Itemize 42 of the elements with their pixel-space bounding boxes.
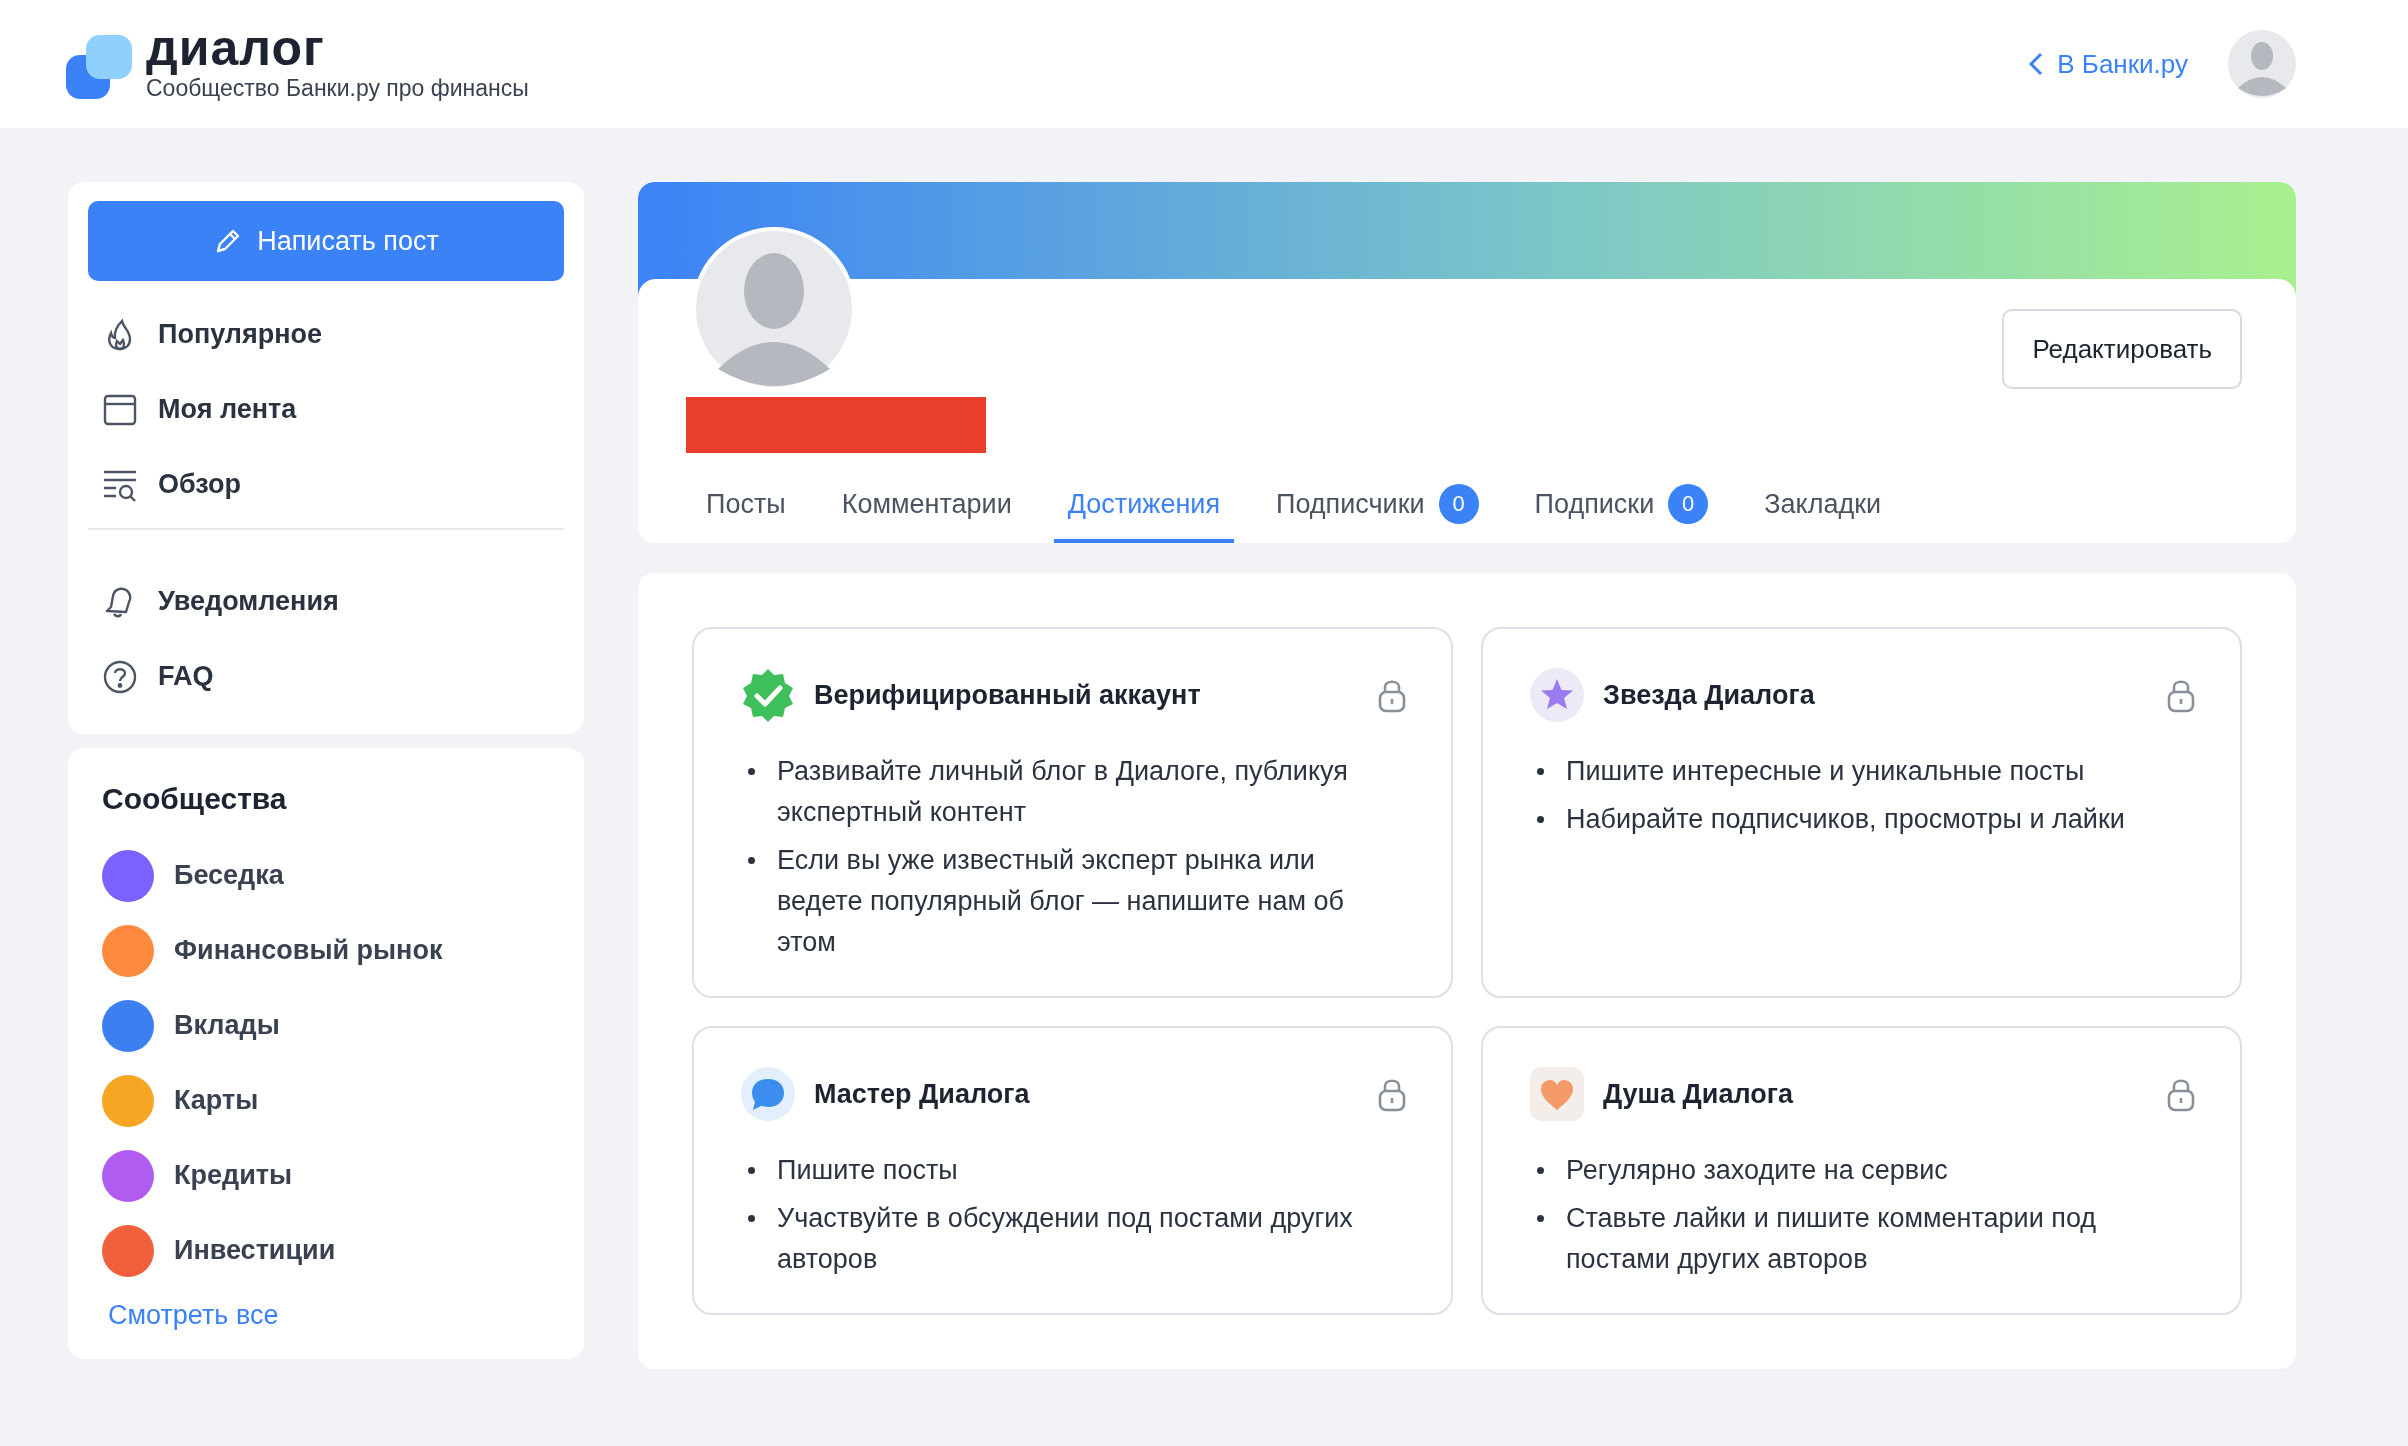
nav-item[interactable]: Уведомления	[88, 564, 564, 639]
requirement-text: Регулярно заходите на сервис	[1529, 1150, 2196, 1191]
see-all-link[interactable]: Смотреть все	[102, 1288, 550, 1331]
achievement-title: Верифицированный аккаунт	[814, 679, 1202, 711]
question-icon	[102, 658, 138, 695]
back-link[interactable]: В Банки.ру	[2027, 48, 2188, 80]
profile-tab[interactable]: Закладки	[1750, 469, 1896, 543]
communities-heading: Сообщества	[102, 782, 288, 816]
profile-tab[interactable]: Подписчики 0	[1262, 469, 1493, 543]
requirement-text: Набирайте подписчиков, просмотры и лайки	[1529, 799, 2196, 840]
profile-tab[interactable]: Подписки 0	[1520, 469, 1723, 543]
profile-tab[interactable]: Достижения	[1053, 469, 1234, 543]
nav-item[interactable]: Моя лента	[88, 372, 564, 447]
community-item[interactable]: Вклады	[102, 988, 550, 1063]
requirement-text: Участвуйте в обсуждении под постами других авторов	[740, 1198, 1407, 1280]
logo-icon[interactable]	[66, 35, 132, 101]
community-item[interactable]: Карты	[102, 1063, 550, 1138]
write-post-button[interactable]: Написать пост	[88, 201, 564, 281]
community-item[interactable]: Кредиты	[102, 1138, 550, 1213]
checkmark-badge-icon	[740, 667, 796, 723]
nav-item[interactable]: FAQ	[88, 639, 564, 714]
logo-subtitle: Сообщество Банки.ру про финансы	[146, 74, 529, 102]
achievement-title: Душа Диалога	[1603, 1078, 1795, 1110]
profile-tab[interactable]: Посты	[692, 469, 800, 543]
speech-bubble-icon	[740, 1066, 796, 1122]
achievement-title: Мастер Диалога	[814, 1078, 1031, 1110]
requirement-text: Развивайте личный блог в Диалоге, публикуя экспертный контент	[740, 751, 1407, 833]
nav-item[interactable]: Обзор	[88, 447, 564, 522]
count-badge: 0	[1438, 484, 1479, 524]
achievement-title: Звезда Диалога	[1603, 679, 1816, 711]
requirement-text: Пишите посты	[740, 1150, 1407, 1191]
requirement-text: Ставьте лайки и пишите комментарии под постами других авторов	[1529, 1198, 2196, 1280]
requirement-text: Если вы уже известный эксперт рынка или ведете популярный блог — напишите нам об этом	[740, 840, 1407, 963]
community-item[interactable]: Финансовый рынок	[102, 913, 550, 988]
count-badge: 0	[1668, 484, 1709, 524]
nav-item[interactable]: Популярное	[88, 297, 564, 372]
community-item[interactable]: Инвестиции	[102, 1213, 550, 1288]
requirement-text: Пишите интересные и уникальные посты	[1529, 751, 2196, 792]
community-item[interactable]: Беседка	[102, 838, 550, 913]
edit-button[interactable]: Редактировать	[2002, 309, 2242, 389]
profile-tab[interactable]: Комментарии	[827, 469, 1026, 543]
avatar-icon[interactable]	[2228, 30, 2296, 98]
